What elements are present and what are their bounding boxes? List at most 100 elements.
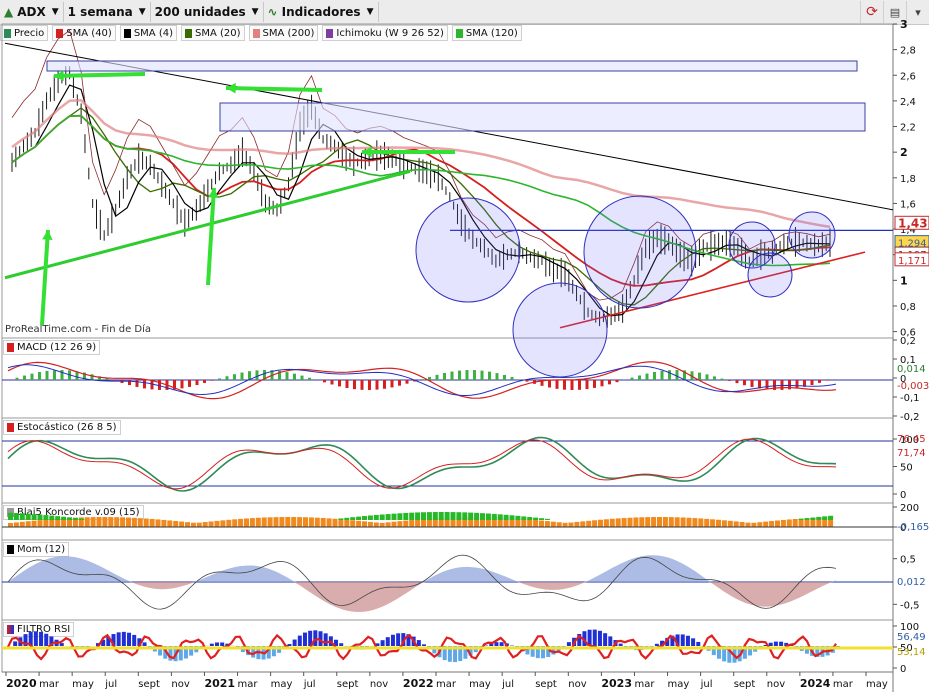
koncorde-bar bbox=[521, 516, 527, 520]
koncorde-bar bbox=[391, 521, 397, 527]
koncorde-bar bbox=[214, 520, 220, 527]
koncorde-bar bbox=[367, 515, 373, 520]
rsi-swatch bbox=[7, 625, 14, 634]
rsi-bar bbox=[194, 646, 199, 653]
rsi-label[interactable]: FILTRO RSI bbox=[3, 622, 75, 637]
rsi-bar bbox=[416, 640, 421, 646]
legend-item[interactable]: SMA (20) bbox=[181, 25, 245, 41]
green-arrow-head bbox=[42, 230, 53, 240]
koncorde-bar bbox=[804, 518, 810, 520]
rsi-bar bbox=[737, 646, 742, 662]
stoch-value-tag: 71,74 bbox=[897, 448, 926, 459]
rsi-bar bbox=[158, 646, 163, 656]
units-selector[interactable]: 200 unidades ▼ bbox=[151, 2, 264, 22]
koncorde-bar bbox=[149, 518, 155, 527]
macd-label[interactable]: MACD (12 26 9) bbox=[3, 340, 101, 355]
koncorde-bar bbox=[598, 519, 603, 527]
koncorde-bar bbox=[409, 512, 415, 520]
macd-histogram-bar bbox=[495, 373, 499, 380]
koncorde-bar bbox=[828, 515, 834, 520]
macd-histogram-bar bbox=[743, 380, 746, 386]
rsi-bar bbox=[178, 646, 183, 661]
rsi-bar bbox=[525, 646, 530, 655]
macd-histogram-bar bbox=[188, 380, 191, 387]
koncorde-bar bbox=[350, 520, 356, 527]
rsi-bar bbox=[504, 643, 509, 646]
rsi-bar bbox=[670, 635, 675, 646]
rsi-bar bbox=[758, 646, 763, 649]
koncorde-bar bbox=[379, 514, 385, 520]
koncorde-bar bbox=[822, 516, 828, 520]
y-tick-label: 100 bbox=[900, 435, 919, 446]
koncorde-bar bbox=[810, 517, 816, 520]
x-tick-label: nov bbox=[568, 679, 586, 690]
koncorde-bar bbox=[403, 512, 409, 520]
legend-item[interactable]: SMA (200) bbox=[248, 25, 319, 41]
rsi-bar bbox=[613, 640, 618, 646]
rsi-bar bbox=[302, 632, 307, 646]
rsi-bar bbox=[422, 644, 426, 646]
legend-item[interactable]: SMA (40) bbox=[52, 25, 116, 41]
koncorde-label[interactable]: Blai5 Koncorde v.09 (15) bbox=[3, 505, 144, 520]
koncorde-bar bbox=[415, 512, 421, 520]
rsi-bar bbox=[251, 646, 256, 658]
macd-histogram-bar bbox=[458, 370, 461, 380]
stoch-label[interactable]: Estocástico (26 8 5) bbox=[3, 420, 121, 435]
mom-label[interactable]: Mom (12) bbox=[3, 542, 70, 557]
rsi-bar bbox=[292, 639, 297, 646]
indicators-button[interactable]: ∿ Indicadores ▼ bbox=[264, 2, 379, 22]
macd-histogram-bar bbox=[90, 374, 94, 380]
rsi-bar bbox=[654, 643, 659, 646]
koncorde-bar bbox=[491, 517, 497, 527]
legend-item[interactable]: SMA (120) bbox=[451, 25, 522, 41]
koncorde-bar bbox=[350, 517, 356, 520]
koncorde-bar bbox=[480, 517, 485, 527]
macd-histogram-bar bbox=[113, 380, 116, 381]
legend-item[interactable]: SMA (4) bbox=[119, 25, 177, 41]
x-tick-label: 2023 bbox=[601, 677, 632, 690]
y-tick-label: 1,2 bbox=[900, 251, 916, 262]
legend-item[interactable]: Ichimoku (W 9 26 52) bbox=[322, 25, 448, 41]
macd-histogram-bar bbox=[233, 374, 236, 380]
rsi-bar bbox=[385, 637, 390, 646]
macd-histogram-bar bbox=[23, 375, 26, 380]
macd-histogram-bar bbox=[465, 370, 469, 380]
refresh-icon[interactable]: ⟳ bbox=[860, 1, 883, 23]
macd-histogram-bar bbox=[705, 374, 709, 380]
indicators-label: Indicadores bbox=[281, 5, 361, 19]
period-selector[interactable]: 1 semana ▼ bbox=[64, 2, 151, 22]
highlight-circle bbox=[728, 221, 776, 269]
chart-canvas[interactable]: 32,82,62,42,221,81,61,41,210,80,61,431,2… bbox=[0, 0, 929, 692]
rsi-bar bbox=[70, 646, 75, 649]
rsi-bar bbox=[339, 643, 344, 646]
x-tick-label: sept bbox=[535, 679, 557, 690]
chevron-down-icon: ▼ bbox=[366, 7, 374, 17]
koncorde-bar bbox=[208, 521, 214, 527]
koncorde-bar bbox=[798, 518, 804, 527]
zoom-icon[interactable]: ▤ bbox=[883, 1, 906, 23]
koncorde-bar bbox=[503, 514, 509, 520]
macd-histogram-bar bbox=[668, 370, 671, 380]
x-tick-label: mar bbox=[634, 679, 655, 690]
rsi-bar bbox=[308, 630, 313, 646]
koncorde-bar bbox=[580, 521, 586, 527]
rsi-bar bbox=[152, 646, 157, 652]
stoch-title: Estocástico (26 8 5) bbox=[17, 422, 117, 433]
rsi-bar bbox=[572, 637, 577, 646]
x-tick-label: 2020 bbox=[6, 677, 37, 690]
mom-negative-area bbox=[8, 582, 836, 612]
koncorde-bar bbox=[456, 512, 462, 520]
symbol-selector[interactable]: ▲ ADX ▼ bbox=[0, 2, 64, 22]
koncorde-bar bbox=[615, 518, 621, 527]
koncorde-bar bbox=[456, 517, 462, 527]
koncorde-bar bbox=[8, 523, 13, 527]
price-tag bbox=[894, 252, 929, 267]
macd-histogram-bar bbox=[788, 380, 791, 390]
stoch-d-line bbox=[7, 438, 837, 490]
settings-icon[interactable]: ▾ bbox=[906, 1, 929, 23]
rsi-bar bbox=[639, 646, 644, 651]
x-tick-label: jul bbox=[303, 679, 316, 690]
koncorde-bar bbox=[220, 520, 226, 527]
y-tick-label: 2,6 bbox=[900, 71, 916, 82]
legend-item[interactable]: Precio bbox=[0, 25, 49, 41]
